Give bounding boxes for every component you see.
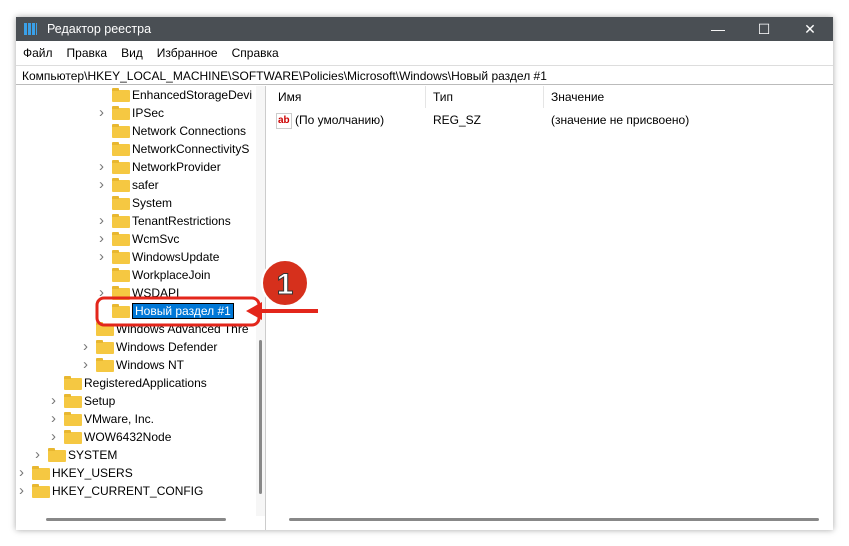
arrow-head	[246, 302, 262, 320]
annotation-overlay: 1	[95, 259, 318, 327]
highlight-box	[95, 296, 261, 327]
step-badge-number: 1	[277, 268, 294, 301]
